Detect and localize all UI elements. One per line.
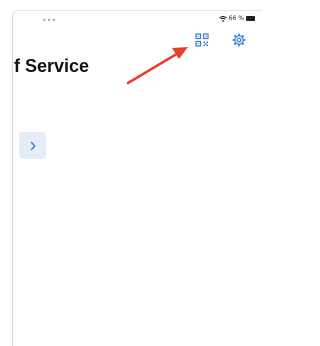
battery-icon [246, 16, 255, 21]
settings-button[interactable] [232, 33, 246, 47]
qr-code-button[interactable] [195, 33, 209, 47]
gear-icon [232, 33, 246, 47]
multitasking-dots[interactable]: ••• [42, 16, 56, 25]
wifi-icon [218, 15, 227, 22]
screen: ••• 66 % f Service [0, 0, 262, 346]
annotation-arrow [120, 42, 195, 87]
page-title: f Service [14, 56, 90, 76]
sidebar-toggle-button[interactable] [19, 132, 46, 159]
chevron-right-icon [30, 141, 35, 150]
battery-percentage: 66 % [228, 15, 244, 22]
status-bar: ••• 66 % [14, 13, 261, 27]
qr-code-icon [195, 33, 209, 47]
status-indicators: 66 % [218, 15, 255, 22]
red-arrow-icon [126, 47, 188, 85]
